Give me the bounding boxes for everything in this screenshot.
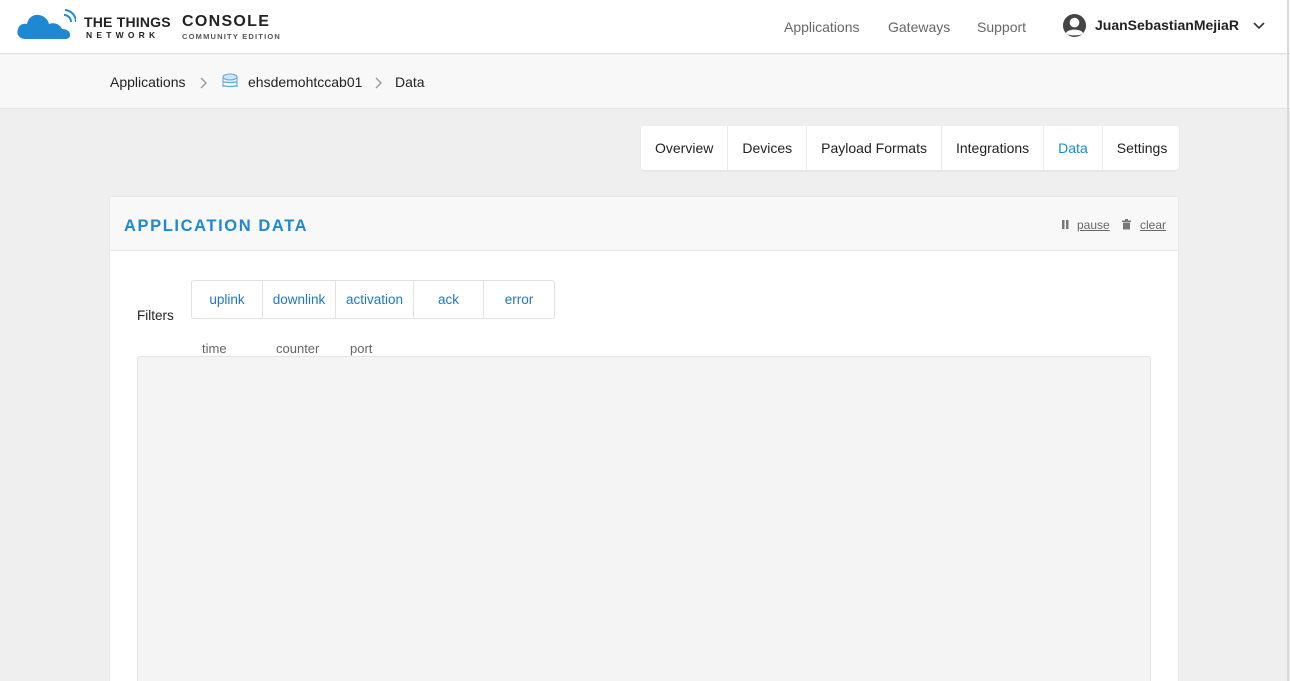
nav-support[interactable]: Support	[977, 19, 1026, 35]
tab-devices[interactable]: Devices	[728, 126, 808, 170]
console-title: CONSOLE	[182, 13, 271, 30]
pause-icon[interactable]	[1061, 219, 1070, 230]
tab-data[interactable]: Data	[1044, 126, 1103, 170]
console-edition: COMMUNITY EDITION	[182, 32, 282, 41]
brand-main: THE THINGS	[84, 14, 171, 30]
brand-sub: NETWORK	[86, 30, 160, 40]
ttn-logo[interactable]: THE THINGS NETWORK CONSOLE COMMUNITY EDI…	[16, 9, 316, 45]
breadcrumb-applications[interactable]: Applications	[110, 74, 186, 90]
user-menu[interactable]: JuanSebastianMejiaR	[1062, 13, 1272, 39]
nav-applications[interactable]: Applications	[784, 19, 860, 35]
scrollbar-edge	[1287, 0, 1289, 681]
column-counter: counter	[276, 341, 320, 356]
panel-title: APPLICATION DATA	[124, 217, 309, 235]
trash-icon[interactable]	[1121, 219, 1132, 230]
app-tabs: Overview Devices Payload Formats Integra…	[641, 126, 1179, 170]
filter-activation[interactable]: activation	[336, 281, 414, 318]
pause-button[interactable]: pause	[1077, 218, 1110, 232]
filter-error[interactable]: error	[484, 281, 554, 318]
clear-button[interactable]: clear	[1140, 218, 1166, 232]
breadcrumb-app-id[interactable]: ehsdemohtccab01	[248, 74, 362, 90]
filter-downlink[interactable]: downlink	[263, 281, 336, 318]
chevron-right-icon	[375, 77, 382, 89]
cloud-icon	[17, 9, 76, 40]
layers-icon	[222, 73, 238, 88]
column-time: time	[202, 341, 227, 356]
user-name: JuanSebastianMejiaR	[1095, 17, 1239, 33]
nav-gateways[interactable]: Gateways	[888, 19, 950, 35]
breadcrumb-data: Data	[395, 74, 425, 90]
top-header: THE THINGS NETWORK CONSOLE COMMUNITY EDI…	[0, 0, 1290, 54]
column-port: port	[350, 341, 373, 356]
data-message-list[interactable]	[137, 356, 1151, 681]
filter-ack[interactable]: ack	[414, 281, 484, 318]
tab-overview[interactable]: Overview	[641, 126, 729, 170]
filters-label: Filters	[137, 308, 174, 323]
chevron-down-icon	[1253, 22, 1265, 30]
avatar	[1062, 13, 1087, 38]
chevron-right-icon	[200, 77, 207, 89]
filter-uplink[interactable]: uplink	[192, 281, 263, 318]
application-data-panel: APPLICATION DATA pause clear Filters upl…	[109, 196, 1179, 681]
tab-settings[interactable]: Settings	[1103, 126, 1182, 170]
breadcrumb: Applications ehsdemohtccab01 Data	[0, 55, 1290, 109]
panel-header: APPLICATION DATA pause clear	[110, 197, 1178, 251]
filter-group: uplink downlink activation ack error	[191, 280, 555, 319]
tab-integrations[interactable]: Integrations	[942, 126, 1045, 170]
tab-payload-formats[interactable]: Payload Formats	[807, 126, 942, 170]
